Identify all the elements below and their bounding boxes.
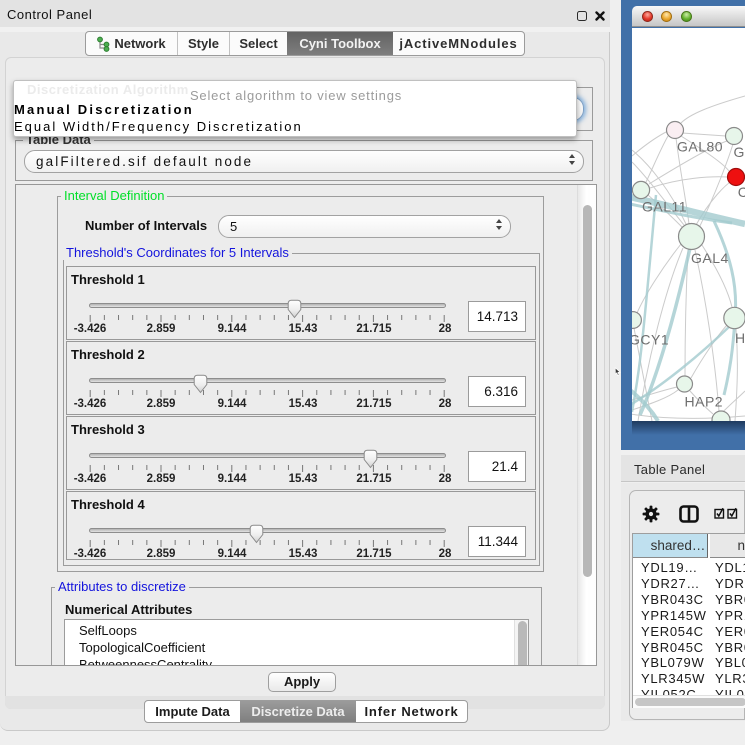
svg-text:GAL11: GAL11 bbox=[642, 199, 687, 215]
svg-text:GA: GA bbox=[734, 144, 745, 160]
svg-text:H: H bbox=[735, 330, 745, 346]
svg-text:HAP2: HAP2 bbox=[685, 394, 724, 410]
svg-text:GCY1: GCY1 bbox=[632, 332, 669, 348]
svg-text:GAL4: GAL4 bbox=[691, 250, 729, 266]
svg-text:GAL80: GAL80 bbox=[677, 139, 723, 155]
svg-text:CR: CR bbox=[738, 184, 745, 200]
